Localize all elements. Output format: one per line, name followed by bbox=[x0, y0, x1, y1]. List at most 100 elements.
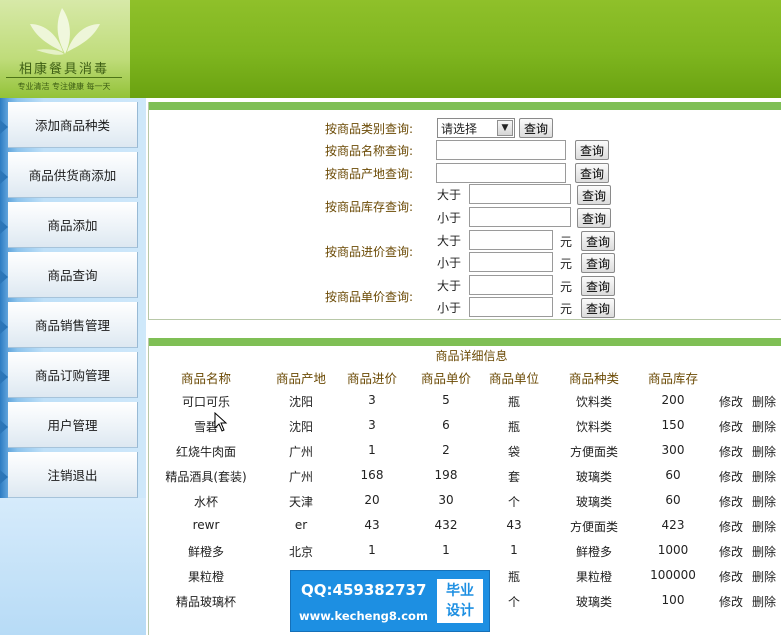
table-cell: 2 bbox=[442, 443, 450, 457]
table-cell: 3 bbox=[368, 393, 376, 407]
logo-slogan: 专业清洁 专注健康 每一天 bbox=[17, 82, 111, 91]
purchase-max-input[interactable] bbox=[469, 252, 553, 272]
purchase-min-unit: 元 bbox=[560, 235, 573, 249]
table-cell: 饮料类 bbox=[575, 420, 612, 434]
category-query-label: 按商品类别查询: bbox=[325, 122, 414, 136]
table-cell: er bbox=[294, 518, 308, 532]
delete-link[interactable]: 删除 bbox=[752, 493, 776, 510]
table-cell: 43 bbox=[506, 518, 522, 532]
main-content: 按商品类别查询: 请选择 ▼ 查询 按商品名称查询: 查询 按商品产地查询: 查… bbox=[146, 98, 781, 635]
logo: 相康餐具消毒 专业清洁 专注健康 每一天 bbox=[0, 0, 130, 98]
watermark-qq: QQ:459382737 bbox=[301, 581, 427, 599]
delete-link[interactable]: 删除 bbox=[752, 518, 776, 535]
table-cell: 袋 bbox=[507, 445, 520, 459]
edit-link[interactable]: 修改 bbox=[719, 543, 743, 560]
purchase-min-input[interactable] bbox=[469, 230, 553, 250]
table-cell: 玻璃类 bbox=[575, 495, 612, 509]
sidebar: 添加商品种类 商品供货商添加 商品添加 商品查询 商品销售管理 商品订购管理 用… bbox=[0, 98, 146, 635]
price-min-input[interactable] bbox=[469, 275, 553, 295]
column-header-purchase: 商品进价 bbox=[346, 371, 397, 386]
stock-query-label: 按商品库存查询: bbox=[325, 200, 414, 214]
category-select[interactable]: 请选择 ▼ bbox=[437, 118, 515, 138]
price-max-input[interactable] bbox=[469, 297, 553, 317]
name-query-input[interactable] bbox=[436, 140, 566, 160]
origin-query-button[interactable]: 查询 bbox=[575, 163, 610, 183]
table-cell: 100 bbox=[661, 593, 685, 607]
table-cell: 方便面类 bbox=[569, 445, 618, 459]
sidebar-item-label: 添加商品种类 bbox=[34, 118, 110, 133]
delete-link[interactable]: 删除 bbox=[752, 468, 776, 485]
delete-link[interactable]: 删除 bbox=[752, 543, 776, 560]
watermark-badge: 毕业 设计 bbox=[437, 579, 483, 623]
category-selected-value: 请选择 bbox=[441, 121, 478, 136]
sidebar-item-orders[interactable]: 商品订购管理 bbox=[0, 352, 138, 398]
sidebar-item-label: 商品添加 bbox=[47, 218, 98, 233]
sidebar-item-logout[interactable]: 注销退出 bbox=[0, 452, 138, 498]
delete-link[interactable]: 删除 bbox=[752, 568, 776, 585]
sidebar-item-add-supplier[interactable]: 商品供货商添加 bbox=[0, 152, 138, 198]
column-header-name: 商品名称 bbox=[180, 371, 231, 386]
table-cell: 423 bbox=[661, 518, 685, 532]
table-cell: 5 bbox=[442, 393, 450, 407]
stock-max-query-button[interactable]: 查询 bbox=[577, 208, 612, 228]
table-cell: 玻璃类 bbox=[575, 595, 612, 609]
sidebar-item-sales[interactable]: 商品销售管理 bbox=[0, 302, 138, 348]
sidebar-item-add-product[interactable]: 商品添加 bbox=[0, 202, 138, 248]
table-cell: 天津 bbox=[288, 495, 313, 509]
stock-min-input[interactable] bbox=[469, 184, 571, 204]
origin-query-input[interactable] bbox=[436, 163, 566, 183]
delete-link[interactable]: 删除 bbox=[752, 593, 776, 610]
sidebar-item-product-query[interactable]: 商品查询 bbox=[0, 252, 138, 298]
edit-link[interactable]: 修改 bbox=[719, 418, 743, 435]
price-max-query-button[interactable]: 查询 bbox=[581, 298, 616, 318]
stock-less-label: 小于 bbox=[437, 211, 462, 225]
edit-link[interactable]: 修改 bbox=[719, 443, 743, 460]
delete-link[interactable]: 删除 bbox=[752, 443, 776, 460]
price-query-label: 按商品单价查询: bbox=[325, 290, 414, 304]
sidebar-item-label: 用户管理 bbox=[47, 418, 98, 433]
table-cell: 20 bbox=[364, 493, 380, 507]
name-query-button[interactable]: 查询 bbox=[575, 140, 610, 160]
sidebar-item-add-category[interactable]: 添加商品种类 bbox=[0, 102, 138, 148]
menu-arrow-icon bbox=[0, 470, 8, 484]
table-title: 商品详细信息 bbox=[435, 349, 508, 363]
edit-link[interactable]: 修改 bbox=[719, 493, 743, 510]
delete-link[interactable]: 删除 bbox=[752, 418, 776, 435]
table-cell: 300 bbox=[661, 443, 685, 457]
table-cell: 200 bbox=[661, 393, 685, 407]
table-cell: 沈阳 bbox=[288, 420, 313, 434]
edit-link[interactable]: 修改 bbox=[719, 593, 743, 610]
chevron-down-icon[interactable]: ▼ bbox=[497, 120, 513, 136]
stock-max-input[interactable] bbox=[469, 207, 571, 227]
edit-link[interactable]: 修改 bbox=[719, 468, 743, 485]
edit-link[interactable]: 修改 bbox=[719, 568, 743, 585]
table-cell: 果粒橙 bbox=[187, 570, 224, 584]
stock-min-query-button[interactable]: 查询 bbox=[577, 185, 612, 205]
menu-arrow-icon bbox=[0, 370, 8, 384]
stock-greater-label: 大于 bbox=[437, 188, 462, 202]
edit-link[interactable]: 修改 bbox=[719, 393, 743, 410]
price-min-query-button[interactable]: 查询 bbox=[581, 276, 616, 296]
table-cell: 玻璃类 bbox=[575, 470, 612, 484]
column-header-origin: 商品产地 bbox=[275, 371, 326, 386]
leaf-logo-icon bbox=[30, 8, 100, 55]
table-cell: 北京 bbox=[288, 545, 313, 559]
delete-link[interactable]: 删除 bbox=[752, 393, 776, 410]
purchase-max-unit: 元 bbox=[560, 257, 573, 271]
purchase-min-query-button[interactable]: 查询 bbox=[581, 231, 616, 251]
sidebar-item-label: 注销退出 bbox=[47, 468, 98, 483]
category-query-button[interactable]: 查询 bbox=[519, 118, 554, 138]
table-cell: 60 bbox=[665, 493, 681, 507]
table-cell: 广州 bbox=[288, 470, 313, 484]
menu-arrow-icon bbox=[0, 170, 8, 184]
edit-link[interactable]: 修改 bbox=[719, 518, 743, 535]
table-cell: 60 bbox=[665, 468, 681, 482]
name-query-label: 按商品名称查询: bbox=[325, 144, 414, 158]
sidebar-item-users[interactable]: 用户管理 bbox=[0, 402, 138, 448]
purchase-max-query-button[interactable]: 查询 bbox=[581, 253, 616, 273]
column-header-stock: 商品库存 bbox=[647, 371, 698, 386]
table-cell: 鲜橙多 bbox=[187, 545, 224, 559]
column-header-price: 商品单价 bbox=[420, 371, 471, 386]
table-cell: 100000 bbox=[650, 568, 696, 582]
table-cell: 瓶 bbox=[507, 395, 520, 409]
